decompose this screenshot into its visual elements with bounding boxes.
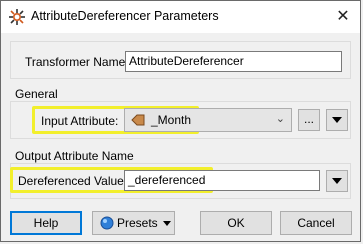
- general-group-label: General: [15, 87, 58, 101]
- title-bar: AttributeDereferencer Parameters ✕: [1, 1, 360, 33]
- input-attribute-combo[interactable]: _Month ⌄: [124, 108, 292, 132]
- presets-dropdown-arrow-icon: [163, 221, 171, 226]
- fme-app-icon: [9, 9, 25, 25]
- presets-button[interactable]: Presets: [92, 211, 175, 235]
- dialog-title: AttributeDereferencer Parameters: [31, 9, 219, 23]
- input-attribute-label: Input Attribute:: [41, 114, 119, 128]
- input-attribute-menu-button[interactable]: [326, 109, 348, 131]
- dereferenced-value-label: Dereferenced Value:: [18, 174, 128, 188]
- chevron-down-icon: ⌄: [275, 113, 285, 125]
- transformer-name-field[interactable]: AttributeDereferencer: [125, 51, 342, 72]
- presets-icon: [100, 216, 114, 230]
- ellipsis-button[interactable]: ...: [298, 109, 320, 131]
- ok-button[interactable]: OK: [200, 211, 272, 235]
- output-group-label: Output Attribute Name: [15, 149, 134, 163]
- presets-label: Presets: [117, 216, 158, 230]
- transformer-name-label: Transformer Name:: [25, 55, 129, 69]
- dropdown-arrow-icon: [332, 117, 342, 123]
- parameters-dialog: AttributeDereferencer Parameters ✕ Trans…: [0, 0, 361, 242]
- help-button[interactable]: Help: [10, 211, 82, 235]
- close-icon[interactable]: ✕: [332, 7, 354, 27]
- attribute-icon: [131, 114, 145, 126]
- dereferenced-value-field[interactable]: _dereferenced: [124, 170, 320, 191]
- cancel-button[interactable]: Cancel: [280, 211, 352, 235]
- dereferenced-value-menu-button[interactable]: [326, 170, 348, 192]
- dropdown-arrow-icon: [332, 178, 342, 184]
- input-attribute-value: _Month: [151, 113, 192, 127]
